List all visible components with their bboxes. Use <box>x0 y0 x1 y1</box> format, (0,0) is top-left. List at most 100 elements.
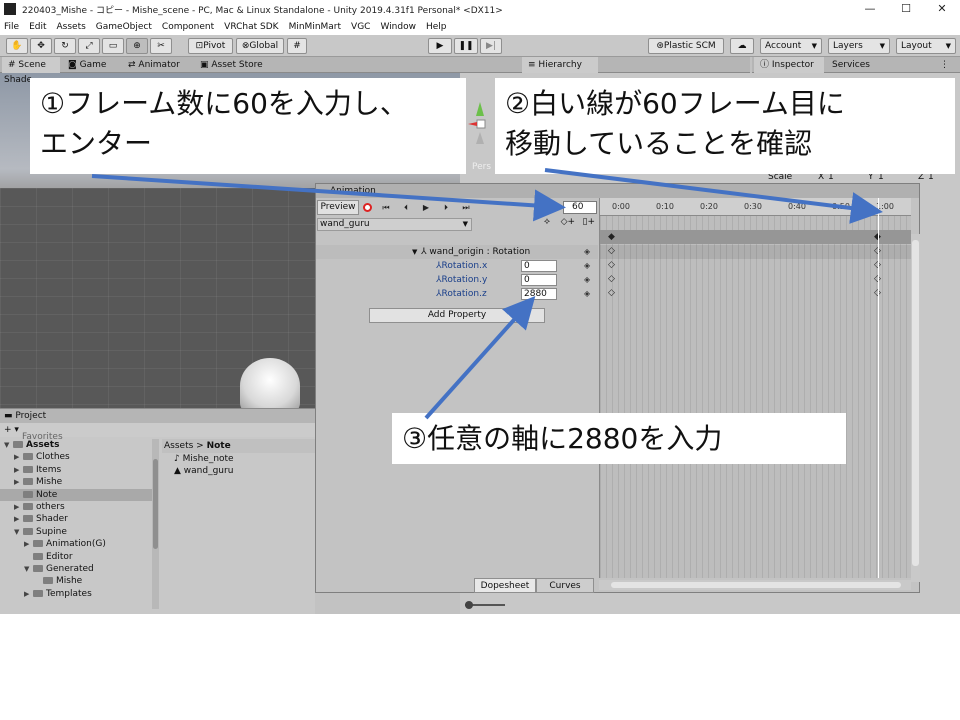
menu-gameobject[interactable]: GameObject <box>96 22 152 32</box>
keyframe-diamond-icon[interactable]: ◇ <box>608 274 615 284</box>
breadcrumb-assets[interactable]: Assets <box>164 441 193 451</box>
asset-item[interactable]: ♪ Mishe_note <box>162 453 315 465</box>
keyframe-diamond-icon[interactable]: ◈ <box>584 259 590 273</box>
play-button[interactable]: ▶ <box>428 38 452 54</box>
shading-mode-label[interactable]: Shade <box>4 75 32 85</box>
hand-tool-button[interactable]: ✋ <box>6 38 28 54</box>
menu-vrchat-sdk[interactable]: VRChat SDK <box>224 22 278 32</box>
slider-handle[interactable] <box>465 601 473 609</box>
cloud-button[interactable]: ☁ <box>730 38 754 54</box>
tab-scene[interactable]: # Scene <box>2 57 60 73</box>
snap-button[interactable]: # <box>287 38 307 54</box>
tree-item-generated[interactable]: ▼ Generated <box>0 563 155 575</box>
add-keyframe-button[interactable]: ◇+ <box>559 217 577 227</box>
chevron-right-icon[interactable]: ▶ <box>14 501 23 513</box>
summary-row[interactable] <box>600 230 911 244</box>
asset-item[interactable]: ▲ wand_guru <box>162 465 315 477</box>
chevron-right-icon[interactable]: ▶ <box>14 476 23 488</box>
clip-dropdown[interactable]: wand_guru ▼ <box>317 218 472 231</box>
tab-hierarchy[interactable]: ≡ Hierarchy <box>522 57 598 73</box>
tab-services[interactable]: Services <box>826 57 886 73</box>
project-tab[interactable]: ▬ Project <box>0 409 315 423</box>
rotate-tool-button[interactable]: ↻ <box>54 38 76 54</box>
timeline-horizontal-scrollbar[interactable] <box>599 580 911 590</box>
property-value-input[interactable]: 2880 <box>521 288 557 300</box>
plastic-scm-button[interactable]: ⊛Plastic SCM <box>648 38 724 54</box>
menu-help[interactable]: Help <box>426 22 447 32</box>
chevron-right-icon[interactable]: ▶ <box>14 513 23 525</box>
chevron-down-icon[interactable]: ▼ <box>412 245 417 259</box>
keyframe-filter-button[interactable]: ⟡ <box>538 217 556 227</box>
tree-item-templates[interactable]: ▶ Templates <box>0 588 155 600</box>
scrollbar-thumb[interactable] <box>912 240 919 566</box>
pause-button[interactable]: ❚❚ <box>454 38 478 54</box>
chevron-right-icon[interactable]: ▶ <box>24 538 33 550</box>
move-tool-button[interactable]: ✥ <box>30 38 52 54</box>
step-button[interactable]: ▶| <box>480 38 502 54</box>
last-key-button[interactable]: ⏭ <box>458 200 474 215</box>
tree-item-others[interactable]: ▶ others <box>0 501 155 513</box>
record-button[interactable] <box>363 203 372 212</box>
prev-key-button[interactable]: ⏴ <box>398 200 414 215</box>
menu-component[interactable]: Component <box>162 22 214 32</box>
rect-tool-button[interactable]: ▭ <box>102 38 124 54</box>
playhead-line[interactable] <box>878 198 879 578</box>
minimize-button[interactable]: — <box>852 0 888 18</box>
pivot-toggle[interactable]: ⊡Pivot <box>188 38 233 54</box>
tree-item-supine[interactable]: ▼ Supine <box>0 526 155 538</box>
property-row[interactable]: ⅄Rotation.x 0 ◈ <box>316 259 598 273</box>
chevron-right-icon[interactable]: ▶ <box>14 451 23 463</box>
keyframe-diamond-icon[interactable]: ◆ <box>608 232 615 242</box>
tab-menu[interactable]: ⋮ <box>934 57 958 73</box>
tab-game[interactable]: ◙ Game <box>62 57 120 73</box>
property-row[interactable]: ⅄Rotation.y 0 ◈ <box>316 273 598 287</box>
property-value-input[interactable]: 0 <box>521 260 557 272</box>
chevron-down-icon[interactable]: ▼ <box>14 526 23 538</box>
scrollbar-thumb[interactable] <box>611 582 901 588</box>
animation-window-tab[interactable]: Animation <box>316 184 919 198</box>
keyframe-diamond-icon[interactable]: ◇ <box>608 246 615 256</box>
timeline-vertical-scrollbar[interactable] <box>911 234 920 582</box>
scale-tool-button[interactable]: ⤢ <box>78 38 100 54</box>
menu-minminmart[interactable]: MinMinMart <box>289 22 341 32</box>
tab-animator[interactable]: ⇄ Animator <box>122 57 192 73</box>
global-toggle[interactable]: ⊗Global <box>236 38 284 54</box>
first-key-button[interactable]: ⏮ <box>378 200 394 215</box>
frame-number-input[interactable]: 60 <box>563 201 597 214</box>
menu-file[interactable]: File <box>4 22 19 32</box>
maximize-button[interactable]: ☐ <box>888 0 924 18</box>
scrollbar-thumb[interactable] <box>153 459 158 549</box>
layout-dropdown[interactable]: Layout ▼ <box>896 38 956 54</box>
property-row[interactable]: ⅄Rotation.z 2880 ◈ <box>316 287 598 301</box>
tab-dopesheet[interactable]: Dopesheet <box>474 578 536 593</box>
add-event-button[interactable]: ▯+ <box>580 217 598 227</box>
keyframe-diamond-icon[interactable]: ◈ <box>584 273 590 287</box>
tree-item-mishe[interactable]: ▶ Mishe <box>0 476 155 488</box>
preview-button[interactable]: Preview <box>317 200 359 215</box>
chevron-right-icon[interactable]: ▶ <box>24 588 33 600</box>
menu-assets[interactable]: Assets <box>57 22 86 32</box>
chevron-right-icon[interactable]: ▶ <box>14 464 23 476</box>
play-anim-button[interactable]: ▶ <box>418 200 434 215</box>
keyframe-diamond-icon[interactable]: ◈ <box>584 287 590 301</box>
keyframe-diamond-icon[interactable]: ◈ <box>584 245 590 259</box>
time-ruler[interactable]: 0:00 0:10 0:20 0:30 0:40 0:50 1:00 <box>600 198 911 216</box>
layers-dropdown[interactable]: Layers ▼ <box>828 38 890 54</box>
property-value-input[interactable]: 0 <box>521 274 557 286</box>
tab-asset-store[interactable]: ▣ Asset Store <box>194 57 274 73</box>
custom-tool-button[interactable]: ✂ <box>150 38 172 54</box>
tree-item-clothes[interactable]: ▶ Clothes <box>0 451 155 463</box>
tab-inspector[interactable]: ⓘ Inspector <box>754 57 824 73</box>
dopesheet-timeline[interactable]: 0:00 0:10 0:20 0:30 0:40 0:50 1:00 ◆ ◆ ◇… <box>599 198 911 578</box>
account-dropdown[interactable]: Account ▼ <box>760 38 822 54</box>
transform-tool-button[interactable]: ⊕ <box>126 38 148 54</box>
menu-window[interactable]: Window <box>380 22 416 32</box>
tab-curves[interactable]: Curves <box>536 578 594 593</box>
project-tree-scrollbar[interactable] <box>152 439 159 609</box>
tree-item-note[interactable]: Note <box>0 488 155 501</box>
tree-item-assets[interactable]: ▼ Assets <box>0 439 155 451</box>
tree-item-shader[interactable]: ▶ Shader <box>0 513 155 525</box>
chevron-down-icon[interactable]: ▼ <box>24 563 33 575</box>
persp-label[interactable]: Pers <box>472 162 491 172</box>
next-key-button[interactable]: ⏵ <box>438 200 454 215</box>
